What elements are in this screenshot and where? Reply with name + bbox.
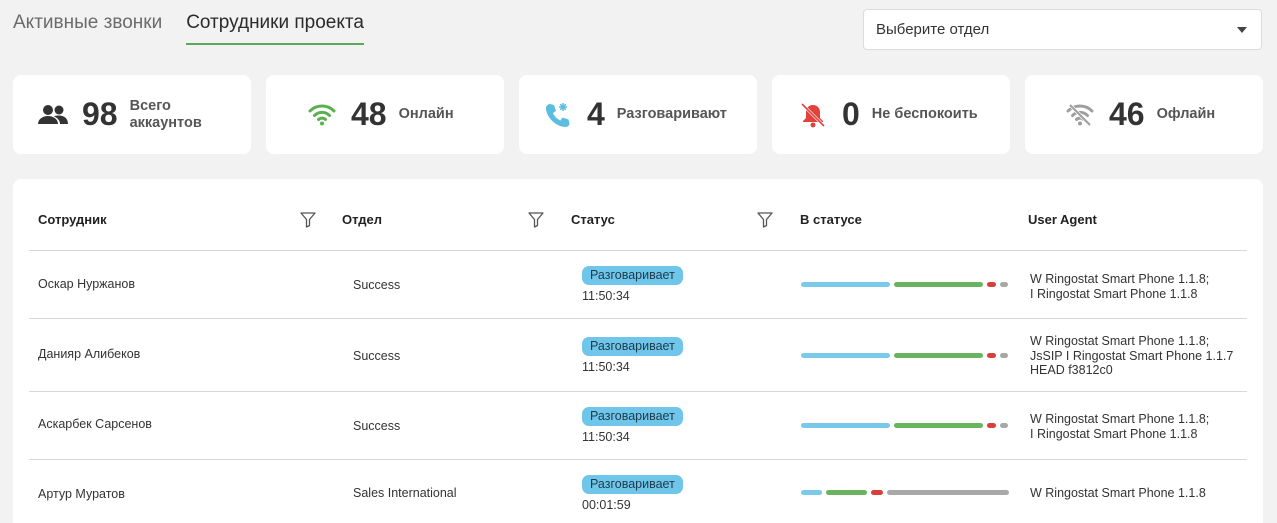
- stat-card-online: 48 Онлайн: [266, 75, 504, 154]
- employee-department: Success: [353, 419, 401, 433]
- user-agent-line: W Ringostat Smart Phone 1.1.8;: [1030, 334, 1210, 348]
- status-segment-talking: [801, 423, 890, 428]
- status-timeline: [801, 490, 1013, 495]
- stat-talking-label: Разговаривают: [616, 106, 727, 122]
- status-segment-online: [894, 423, 983, 428]
- status-segment-offline: [1000, 353, 1008, 358]
- status-segment-talking: [801, 282, 890, 287]
- status-badge: Разговаривает: [582, 266, 683, 285]
- status-time: 11:50:34: [582, 289, 630, 303]
- status-segment-talking: [801, 353, 890, 358]
- employee-department: Success: [353, 349, 401, 363]
- employee-name: Аскарбек Сарсенов: [38, 417, 152, 431]
- status-segment-dnd: [987, 282, 996, 287]
- user-agent-line: W Ringostat Smart Phone 1.1.8;: [1030, 412, 1210, 426]
- employee-name: Оскар Нуржанов: [38, 277, 135, 291]
- header-status: Статус: [571, 212, 615, 227]
- stat-total-label-line1: Всего: [129, 97, 171, 114]
- status-badge: Разговаривает: [582, 337, 683, 356]
- tab-bar: Активные звонки Сотрудники проекта: [13, 12, 364, 45]
- stat-offline-value: 46: [1109, 96, 1145, 132]
- phone-in-talk-icon: [543, 100, 573, 130]
- table-row[interactable]: Аскарбек Сарсенов Success Разговаривает …: [29, 392, 1247, 460]
- status-time: 11:50:34: [582, 360, 630, 374]
- status-segment-dnd: [987, 353, 996, 358]
- user-agent-line: W Ringostat Smart Phone 1.1.8;: [1030, 272, 1210, 286]
- status-timeline: [801, 353, 1012, 358]
- table-header: Сотрудник Отдел Статус В статусе User Ag…: [29, 179, 1247, 251]
- table-row[interactable]: Артур Муратов Sales International Разгов…: [29, 460, 1247, 523]
- status-timeline: [801, 282, 1012, 287]
- stat-total-label-line2: аккаунтов: [129, 114, 202, 131]
- stat-card-offline: 46 Офлайн: [1025, 75, 1263, 154]
- stat-talking-value: 4: [587, 96, 605, 132]
- department-select[interactable]: Выберите отдел: [863, 9, 1262, 50]
- stat-online-value: 48: [351, 96, 387, 132]
- stat-card-dnd: 0 Не беспокоить: [772, 75, 1010, 154]
- department-select-placeholder: Выберите отдел: [876, 21, 990, 38]
- status-segment-online: [894, 282, 983, 287]
- status-segment-offline: [1000, 423, 1008, 428]
- status-cell: Разговаривает 11:50:34: [582, 266, 683, 303]
- user-agent-line: I Ringostat Smart Phone 1.1.8: [1030, 286, 1198, 301]
- status-segment-dnd: [871, 490, 883, 495]
- filter-icon[interactable]: [756, 211, 774, 229]
- status-cell: Разговаривает 11:50:34: [582, 337, 683, 374]
- stat-card-total: 98 Всего аккаунтов: [13, 75, 251, 154]
- status-segment-online: [826, 490, 867, 495]
- table-row[interactable]: Данияр Алибеков Success Разговаривает 11…: [29, 319, 1247, 392]
- status-time: 11:50:34: [582, 430, 630, 444]
- status-segment-talking: [801, 490, 822, 495]
- filter-icon[interactable]: [299, 211, 317, 229]
- employee-name: Данияр Алибеков: [38, 347, 141, 361]
- status-segment-offline: [1000, 282, 1008, 287]
- header-in-status: В статусе: [800, 212, 862, 227]
- status-segment-dnd: [987, 423, 996, 428]
- tab-project-employees[interactable]: Сотрудники проекта: [186, 12, 364, 45]
- header-user-agent: User Agent: [1028, 212, 1097, 227]
- status-badge: Разговаривает: [582, 475, 683, 494]
- status-timeline: [801, 423, 1012, 428]
- employee-department: Sales International: [353, 486, 457, 500]
- chevron-down-icon: [1237, 26, 1247, 33]
- table-row[interactable]: Оскар Нуржанов Success Разговаривает 11:…: [29, 251, 1247, 319]
- user-agent: W Ringostat Smart Phone 1.1.8; JsSIP I R…: [1030, 334, 1233, 378]
- status-segment-online: [894, 353, 983, 358]
- people-icon: [38, 100, 68, 130]
- status-cell: Разговаривает 11:50:34: [582, 407, 683, 444]
- employee-name: Артур Муратов: [38, 487, 125, 501]
- user-agent: W Ringostat Smart Phone 1.1.8; I Ringost…: [1030, 412, 1209, 441]
- user-agent: W Ringostat Smart Phone 1.1.8; I Ringost…: [1030, 272, 1209, 301]
- status-time: 00:01:59: [582, 498, 631, 512]
- stat-dnd-value: 0: [842, 96, 860, 132]
- filter-icon[interactable]: [527, 211, 545, 229]
- user-agent-line: I Ringostat Smart Phone 1.1.8: [1030, 426, 1198, 441]
- employee-department: Success: [353, 278, 401, 292]
- status-segment-offline: [887, 490, 1009, 495]
- bell-off-icon: [798, 100, 828, 130]
- header-employee: Сотрудник: [38, 212, 107, 227]
- stat-total-value: 98: [82, 96, 118, 132]
- user-agent-line: HEAD f3812c0: [1030, 363, 1113, 377]
- user-agent-line: JsSIP I Ringostat Smart Phone 1.1.7: [1030, 348, 1234, 363]
- user-agent: W Ringostat Smart Phone 1.1.8: [1030, 486, 1206, 501]
- stat-offline-label: Офлайн: [1156, 106, 1216, 122]
- stat-online-label: Онлайн: [398, 106, 454, 122]
- stat-dnd-label: Не беспокоить: [871, 106, 978, 122]
- status-cell: Разговаривает 00:01:59: [582, 475, 683, 512]
- tab-active-calls[interactable]: Активные звонки: [13, 12, 162, 43]
- wifi-icon: [307, 100, 337, 130]
- employees-table: Сотрудник Отдел Статус В статусе User Ag…: [13, 179, 1263, 523]
- header-department: Отдел: [342, 212, 383, 227]
- wifi-off-icon: [1065, 100, 1095, 130]
- user-agent-line: W Ringostat Smart Phone 1.1.8: [1030, 486, 1206, 500]
- stat-card-talking: 4 Разговаривают: [519, 75, 757, 154]
- stat-total-label: Всего аккаунтов: [130, 98, 202, 132]
- status-badge: Разговаривает: [582, 407, 683, 426]
